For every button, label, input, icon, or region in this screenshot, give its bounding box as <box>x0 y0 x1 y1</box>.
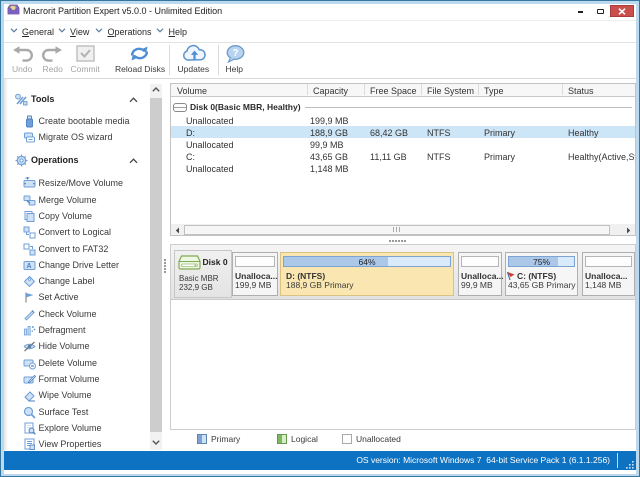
svg-text:?: ? <box>232 48 238 59</box>
svg-text:A: A <box>27 263 32 270</box>
